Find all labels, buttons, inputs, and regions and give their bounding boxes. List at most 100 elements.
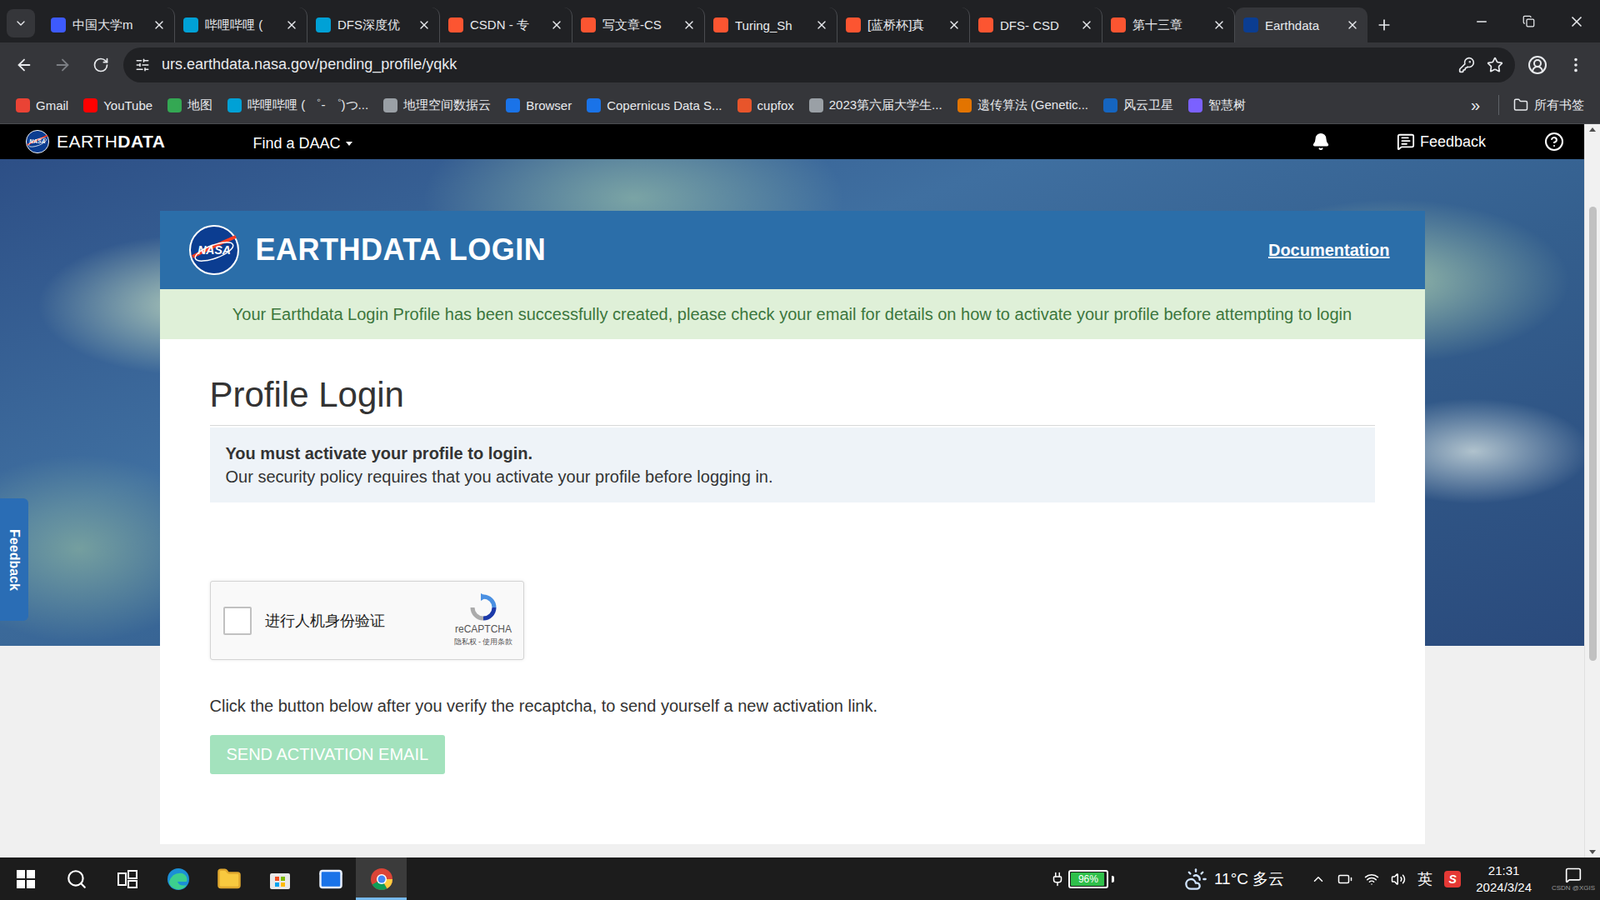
bookmark[interactable]: Browser [500,93,578,118]
browser-tab[interactable]: 第十三章 [1102,7,1235,43]
close-icon[interactable] [947,18,961,32]
bookmark[interactable]: 地理空间数据云 [377,92,497,119]
find-daac-menu[interactable]: Find a DAAC [253,135,353,153]
star-icon[interactable] [1486,56,1504,74]
power-icon[interactable] [1337,871,1353,887]
all-bookmarks[interactable]: 所有书签 [1507,92,1590,119]
send-activation-button[interactable]: SEND ACTIVATION EMAIL [210,735,446,775]
taskbar-app[interactable] [254,857,305,900]
task-view-icon[interactable] [117,870,138,889]
scroll-up-icon[interactable] [1589,127,1596,132]
store-icon[interactable] [268,867,292,891]
clock[interactable]: 21:312024/3/24 [1472,862,1535,896]
browser-tab[interactable]: DFS- CSD [970,7,1103,43]
more-bookmarks-button[interactable]: » [1460,92,1490,119]
caret-icon [345,141,353,146]
wifi-icon[interactable] [1364,871,1380,887]
search-icon[interactable] [65,868,88,890]
browser-tab[interactable]: DFS深度优 [307,7,440,43]
arrow-right-icon [53,55,72,75]
feedback-link[interactable]: Feedback [1396,132,1486,151]
taskbar-app[interactable] [50,857,102,900]
bookmark[interactable]: YouTube [77,93,159,118]
chevron-up-icon[interactable] [1310,871,1326,887]
scroll-thumb[interactable] [1589,206,1597,661]
taskbar-app[interactable] [203,857,255,900]
feedback-icon [1396,132,1415,151]
menu-button[interactable] [1560,49,1592,81]
restore-button[interactable] [1505,0,1553,43]
edge-icon[interactable] [165,866,191,892]
recaptcha-terms[interactable]: 隐私权 - 使用条款 [454,636,514,648]
bookmark[interactable]: 哔哩哔哩 ( ゜- ゜)つ... [221,92,375,119]
bookmark[interactable]: 风云卫星 [1097,92,1180,119]
reload-button[interactable] [85,49,117,81]
file-explorer-icon[interactable] [216,866,242,892]
favicon-icon [183,17,199,33]
chrome-icon[interactable] [369,866,395,892]
battery-indicator[interactable]: 96% [1050,870,1115,889]
bookmark[interactable]: 2023第六届大学生... [803,92,949,119]
weather-widget[interactable]: 11°C 多云 [1184,867,1285,891]
close-icon[interactable] [815,18,829,32]
close-window-button[interactable] [1552,0,1600,43]
close-icon[interactable] [152,18,166,32]
back-button[interactable] [8,49,40,81]
system-tray: 96% 11°C 多云 英S 21:312024/3/24 CSDN @XGIS [1050,857,1600,900]
close-icon[interactable] [285,18,299,32]
close-icon[interactable] [417,18,431,32]
documentation-link[interactable]: Documentation [1268,240,1390,260]
taskbar-app[interactable] [152,857,204,900]
browser-tab[interactable]: Earthdata [1235,7,1368,43]
tab-search-button[interactable] [6,9,35,38]
close-icon[interactable] [1080,18,1094,32]
windows-start-icon[interactable] [16,870,35,889]
recaptcha-checkbox[interactable] [223,606,252,635]
browser-tab[interactable]: CSDN - 专 [440,7,573,43]
volume-icon[interactable] [1390,871,1406,887]
bookmark[interactable]: cupfox [731,93,800,118]
mail-icon[interactable] [318,866,344,892]
browser-tab[interactable]: 中国大学m [42,7,175,43]
ime-indicator[interactable]: 英 [1417,869,1433,890]
close-icon[interactable] [1345,18,1360,32]
bookmark[interactable]: Copernicus Data S... [580,93,728,118]
forward-button[interactable] [46,49,79,81]
tab-label: 中国大学m [72,17,146,34]
help-icon[interactable] [1544,131,1565,152]
browser-tab[interactable]: Turing_Sh [705,7,838,43]
taskbar-app[interactable] [101,857,153,900]
notice-box: You must activate your profile to login.… [210,427,1375,503]
close-icon[interactable] [682,18,696,32]
notification-area[interactable]: CSDN @XGIS [1546,857,1600,900]
scroll-down-icon[interactable] [1589,850,1596,855]
address-bar[interactable]: urs.earthdata.nasa.gov/pending_profile/y… [123,47,1515,83]
tab-label: DFS深度优 [337,17,411,34]
minimize-button[interactable] [1457,0,1505,43]
bookmark[interactable]: 智慧树 [1182,92,1252,119]
browser-tab[interactable]: 写文章-CS [572,7,705,43]
url-text[interactable]: urs.earthdata.nasa.gov/pending_profile/y… [161,55,1447,74]
bookmark[interactable]: 遗传算法 (Genetic... [951,92,1095,119]
scrollbar[interactable] [1584,124,1600,858]
taskbar-app[interactable] [355,857,407,900]
favicon-icon [713,17,729,33]
new-tab-button[interactable] [1367,7,1401,43]
screen: 中国大学m 哔哩哔哩 ( DFS深度优 CSDN - 专写文章-CS Turing_Sh… [0,0,1600,900]
site-settings-icon[interactable] [135,57,150,73]
close-icon[interactable] [550,18,564,32]
close-icon[interactable] [1212,18,1226,32]
taskbar-app[interactable] [305,857,356,900]
sogou-logo[interactable]: S [1444,870,1461,888]
taskbar-app[interactable] [0,857,51,900]
bell-icon[interactable] [1311,132,1330,151]
side-feedback-tab[interactable]: Feedback [0,498,29,621]
bookmark[interactable]: 地图 [161,92,219,119]
profile-button[interactable] [1521,49,1554,81]
browser-tab[interactable]: 哔哩哔哩 ( [175,7,308,43]
tab-label: Turing_Sh [735,18,809,33]
bookmark[interactable]: Gmail [10,93,75,118]
browser-tab[interactable]: [蓝桥杯]真 [837,7,970,43]
key-icon[interactable] [1458,56,1475,74]
earthdata-logo[interactable]: NASAEARTHDATA [25,129,166,155]
